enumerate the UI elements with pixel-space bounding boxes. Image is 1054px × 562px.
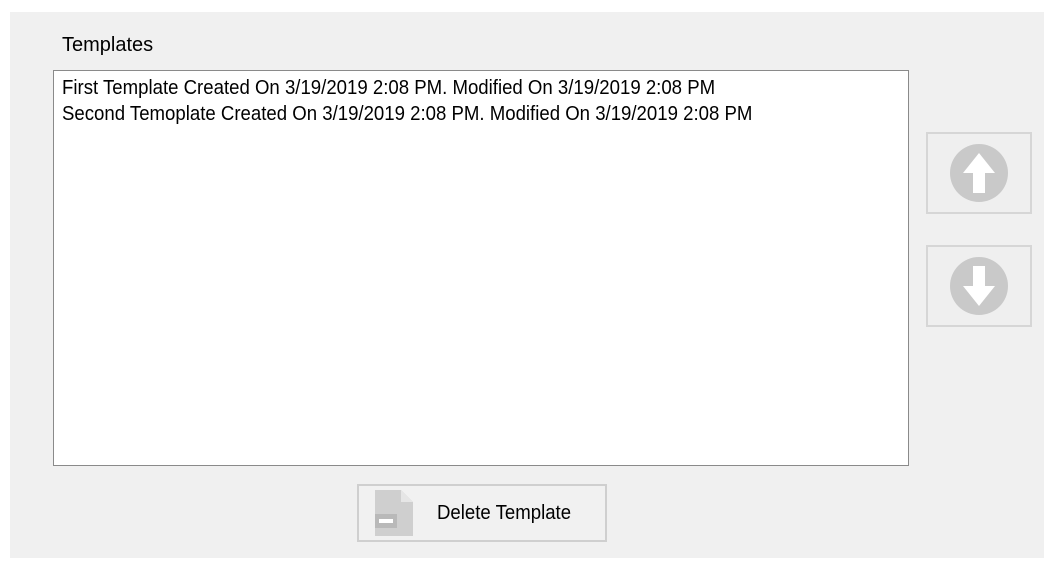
arrow-up-circle-icon — [950, 144, 1008, 202]
move-up-button[interactable] — [926, 132, 1032, 214]
templates-listbox[interactable]: First Template Created On 3/19/2019 2:08… — [53, 70, 909, 466]
delete-template-label: Delete Template — [437, 501, 572, 524]
list-item[interactable]: First Template Created On 3/19/2019 2:08… — [62, 75, 841, 101]
delete-template-button[interactable]: Delete Template — [357, 484, 607, 542]
move-down-button[interactable] — [926, 245, 1032, 327]
templates-label: Templates — [62, 34, 154, 56]
arrow-down-circle-icon — [950, 257, 1008, 315]
list-item[interactable]: Second Temoplate Created On 3/19/2019 2:… — [62, 101, 841, 127]
document-delete-icon — [375, 490, 413, 536]
